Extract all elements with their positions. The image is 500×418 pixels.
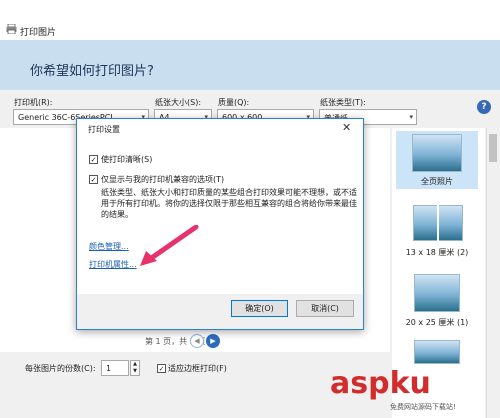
sharpen-checkbox[interactable]: ✓ (89, 155, 98, 164)
copies-input[interactable]: 1 (101, 360, 129, 376)
quality-label: 质量(Q): (218, 98, 250, 107)
copies-stepper[interactable]: ▲ ▼ (130, 360, 140, 376)
title-bar (0, 0, 500, 40)
chevron-down-icon: ▼ (133, 368, 137, 374)
layout-label-20x25: 20 x 25 厘米 (1) (405, 318, 469, 327)
chevron-up-icon: ▲ (133, 361, 137, 367)
help-icon[interactable]: ? (477, 100, 491, 114)
copies-label: 每张图片的份数(C): (25, 364, 96, 373)
fit-frame-checkbox[interactable]: ✓ (157, 364, 166, 373)
layout-thumbnail (412, 134, 462, 172)
layout-thumbnail (414, 340, 460, 364)
next-page-button[interactable]: ▶ (206, 334, 220, 348)
chevron-down-icon: ▾ (409, 113, 413, 121)
fit-frame-label: 适应边框打印(F) (168, 364, 227, 373)
sharpen-label: 使打印清晰(S) (101, 155, 153, 164)
check-icon: ✓ (90, 156, 97, 164)
ok-button[interactable]: 确定(O) (231, 300, 288, 317)
dialog-title: 打印设置 (88, 125, 120, 134)
printer-label: 打印机(R): (14, 98, 53, 107)
annotation-arrow (130, 224, 200, 270)
compatibility-description: 纸张类型、纸张大小和打印质量的某些组合打印效果可能不理想，或不适用于所有打印机。… (101, 188, 357, 219)
compatible-only-label: 仅显示与我的打印机兼容的选项(T) (101, 175, 225, 184)
layout-thumbnail (414, 274, 460, 312)
paper-size-label: 纸张大小(S): (155, 98, 202, 107)
layout-label-full-page: 全页照片 (421, 177, 453, 186)
cancel-button[interactable]: 取消(C) (296, 300, 354, 317)
layout-scrollbar[interactable] (486, 128, 500, 418)
color-management-link[interactable]: 颜色管理... (89, 241, 129, 252)
layout-label-13x18: 13 x 18 厘米 (2) (405, 248, 469, 257)
close-icon[interactable]: ✕ (342, 121, 351, 134)
header-question: 你希望如何打印图片? (30, 64, 154, 79)
chevron-left-icon: ◀ (194, 337, 200, 345)
prev-page-button[interactable]: ◀ (190, 334, 204, 348)
watermark-logo: aspku (330, 366, 431, 401)
window-title: 打印图片 (20, 28, 57, 38)
watermark-subtitle: 免费网站源码下载站! (390, 403, 456, 411)
chevron-right-icon: ▶ (210, 337, 216, 345)
check-icon: ✓ (90, 176, 97, 184)
thumbnail-divider (437, 205, 439, 241)
scrollbar-thumb[interactable] (489, 134, 497, 162)
printer-icon (6, 23, 17, 35)
check-icon: ✓ (158, 365, 165, 373)
paper-type-label: 纸张类型(T): (320, 98, 366, 107)
compatible-only-checkbox[interactable]: ✓ (89, 175, 98, 184)
